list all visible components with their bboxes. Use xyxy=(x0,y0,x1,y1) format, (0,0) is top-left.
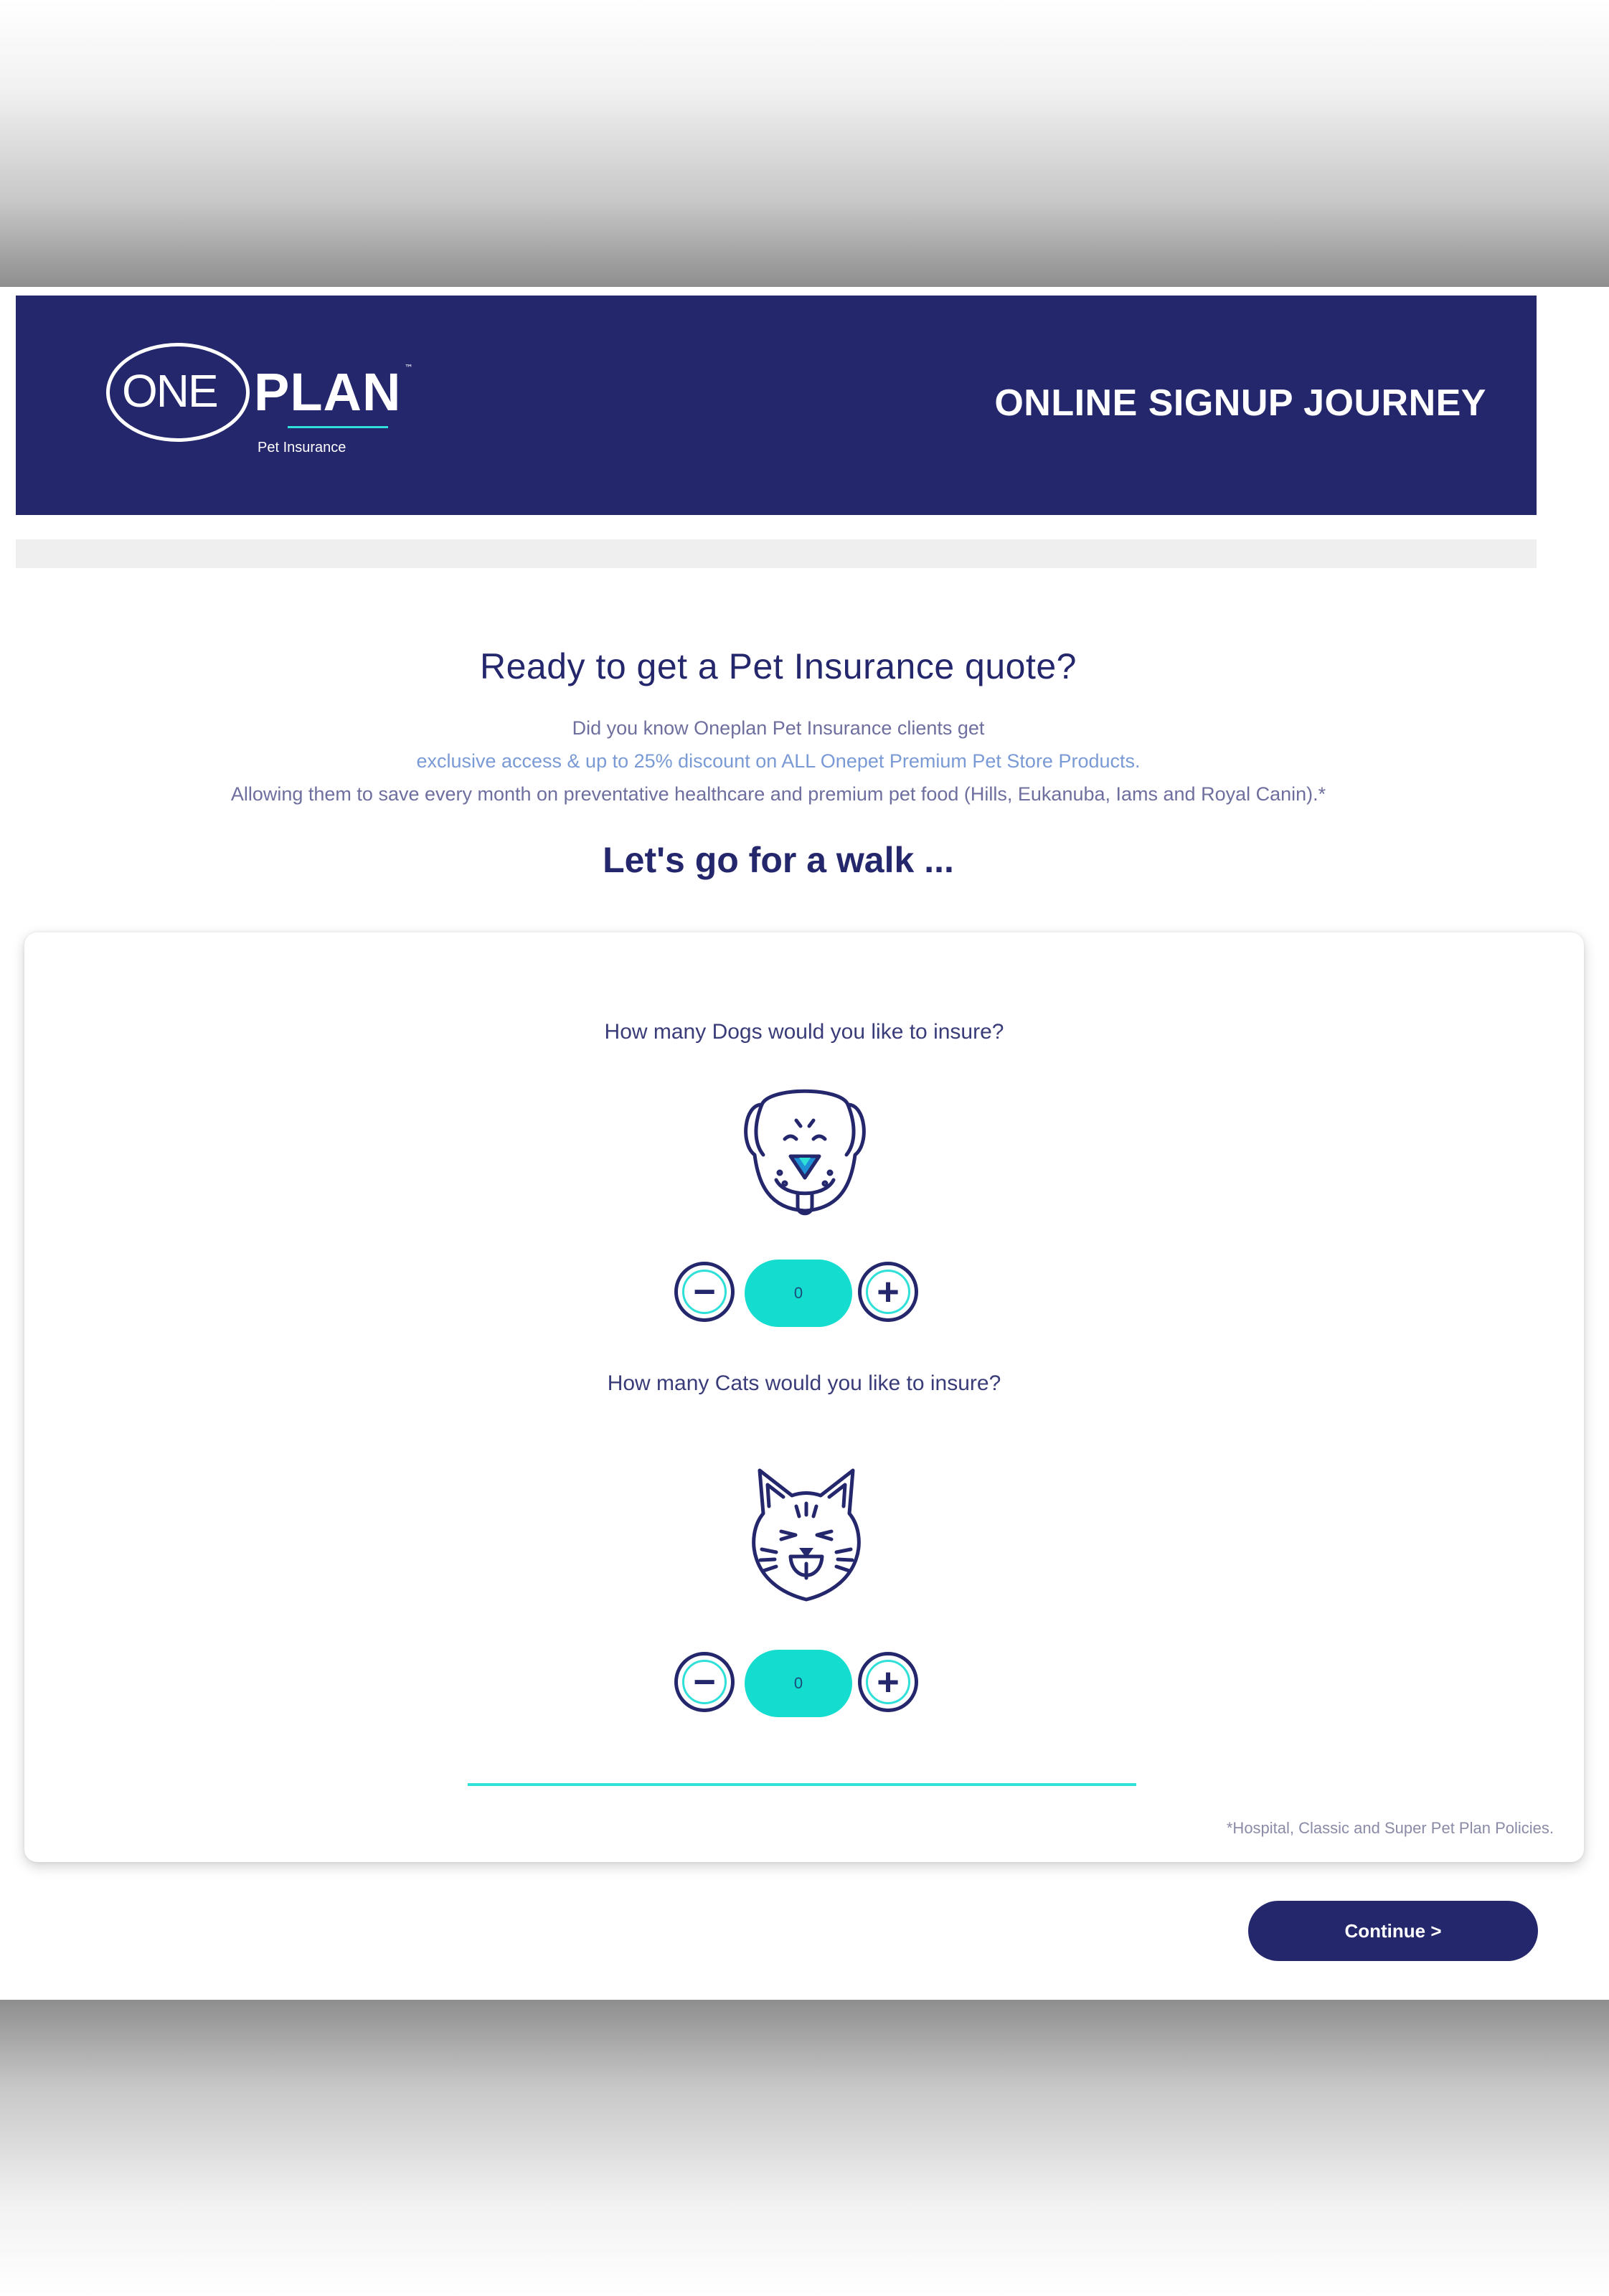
cats-question: How many Cats would you like to insure? xyxy=(607,1371,1001,1395)
continue-button[interactable]: Continue > xyxy=(1248,1901,1538,1961)
intro-text-line-1: Did you know Oneplan Pet Insurance clien… xyxy=(572,717,985,739)
logo-word-plan: PLAN xyxy=(254,362,402,422)
cats-quantity-stepper: − 0 + xyxy=(674,1650,954,1721)
dogs-question: How many Dogs would you like to insure? xyxy=(604,1020,1004,1044)
section-divider xyxy=(468,1783,1136,1786)
header-banner: ONE PLAN ™ Pet Insurance ONLINE SIGNUP J… xyxy=(16,296,1537,515)
cats-count-value[interactable]: 0 xyxy=(745,1650,852,1717)
page-heading: Ready to get a Pet Insurance quote? xyxy=(480,646,1077,686)
button-ring xyxy=(866,1270,910,1314)
dog-face-icon xyxy=(744,1089,866,1216)
header-title: ONLINE SIGNUP JOURNEY xyxy=(994,382,1486,424)
intro-text-line-2: exclusive access & up to 25% discount on… xyxy=(416,750,1141,772)
progress-bar xyxy=(16,539,1537,568)
intro-text-line-3: Allowing them to save every month on pre… xyxy=(230,783,1326,805)
backdrop-shadow-top xyxy=(0,0,1609,287)
logo-word-one: ONE xyxy=(122,365,219,417)
cats-increment-button[interactable]: + xyxy=(858,1652,918,1712)
section-subheading: Let's go for a walk ... xyxy=(603,840,954,880)
logo-subtitle: Pet Insurance xyxy=(258,440,346,455)
oneplan-logo[interactable]: ONE PLAN ™ Pet Insurance xyxy=(90,337,420,466)
dogs-quantity-stepper: − 0 + xyxy=(674,1260,954,1331)
backdrop-shadow-bottom xyxy=(0,2000,1609,2296)
dogs-decrement-button[interactable]: − xyxy=(674,1262,735,1322)
cats-decrement-button[interactable]: − xyxy=(674,1652,735,1712)
logo-trademark: ™ xyxy=(405,363,413,373)
pet-count-card: How many Dogs would you like to insure? … xyxy=(24,932,1584,1862)
dogs-increment-button[interactable]: + xyxy=(858,1262,918,1322)
cat-face-icon xyxy=(752,1468,861,1602)
page: ONE PLAN ™ Pet Insurance ONLINE SIGNUP J… xyxy=(0,287,1609,2000)
dogs-count-value[interactable]: 0 xyxy=(745,1260,852,1327)
button-ring xyxy=(682,1660,727,1704)
button-ring xyxy=(866,1660,910,1704)
logo-underline xyxy=(288,426,388,428)
button-ring xyxy=(682,1270,727,1314)
policy-footnote: *Hospital, Classic and Super Pet Plan Po… xyxy=(1226,1819,1554,1837)
